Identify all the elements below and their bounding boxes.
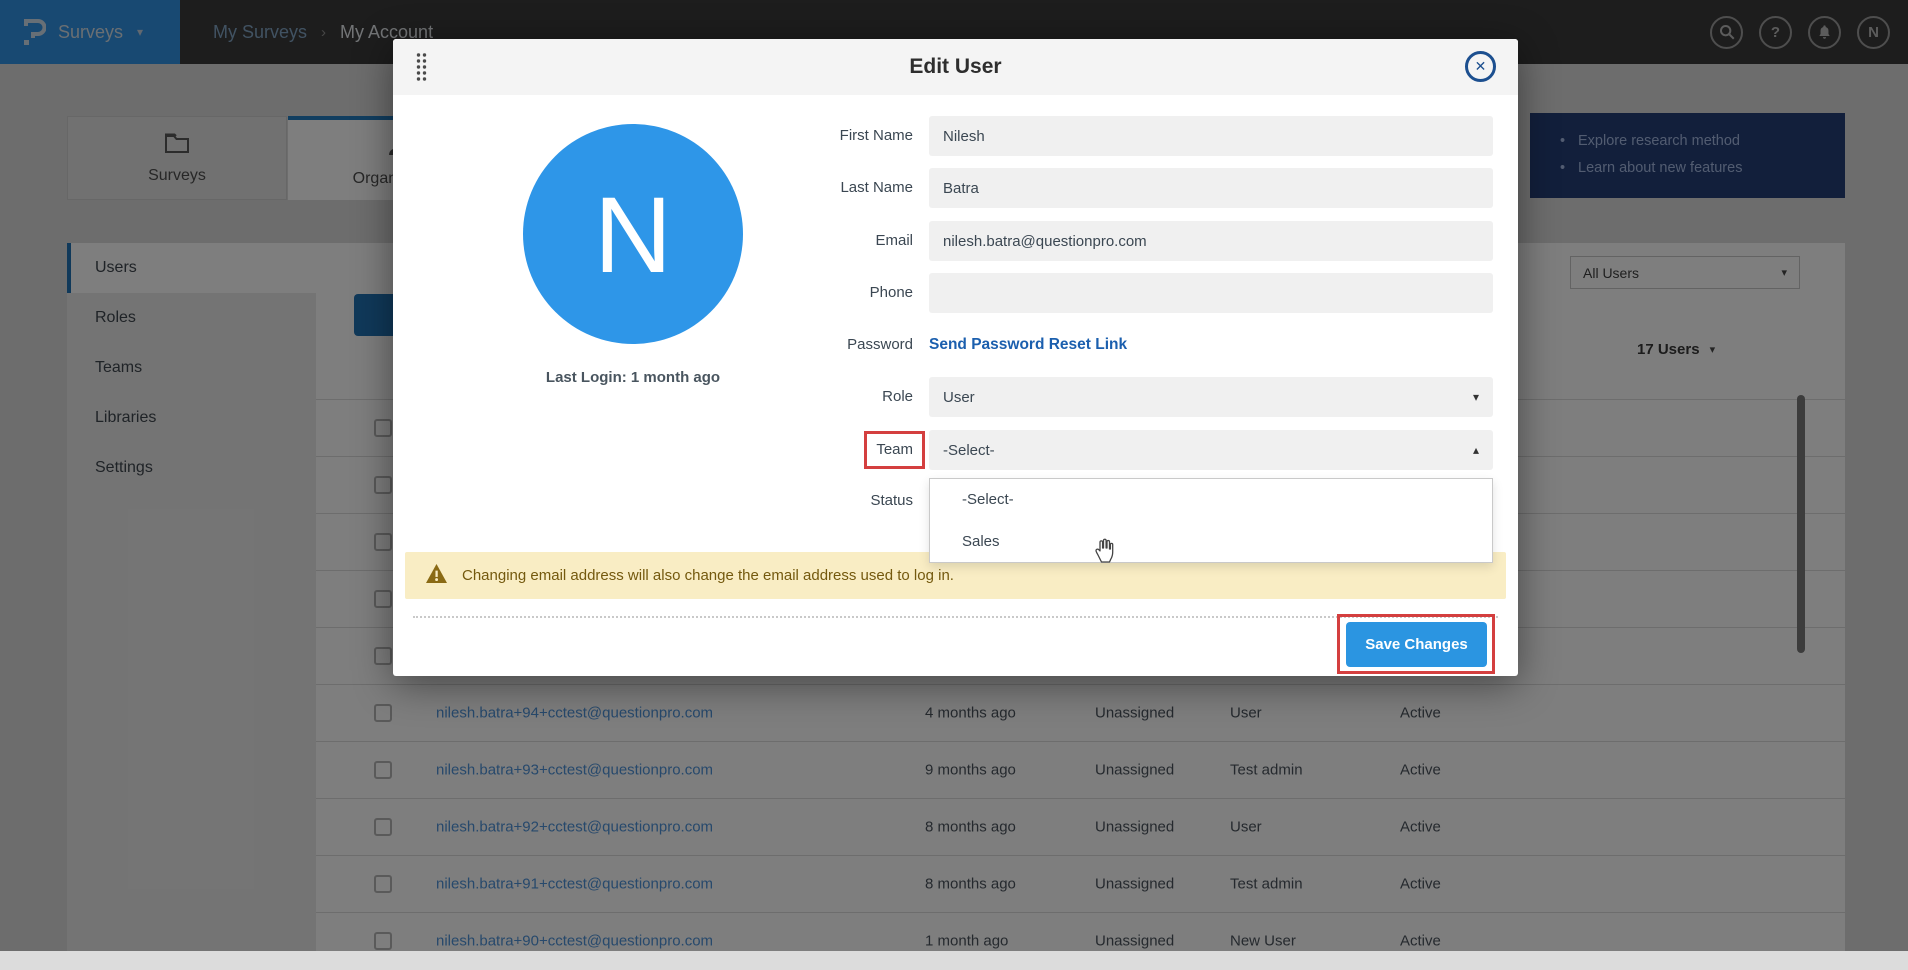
last-name-field[interactable] [929,168,1493,208]
team-select[interactable]: -Select- ▴ [929,430,1493,470]
edit-user-modal: Edit User ✕ N Last Login: 1 month ago Fi… [393,39,1518,676]
close-icon[interactable]: ✕ [1465,51,1496,82]
first-name-label: First Name [393,116,913,156]
footer-divider [413,616,1498,618]
team-option-sales[interactable]: Sales [930,521,1492,563]
last-name-row: Last Name [393,168,1518,208]
role-select[interactable]: User ▾ [929,377,1493,417]
send-password-reset-link[interactable]: Send Password Reset Link [929,325,1127,365]
chevron-down-icon: ▾ [1473,390,1479,404]
last-name-label: Last Name [393,168,913,208]
save-changes-button[interactable]: Save Changes [1346,622,1487,667]
team-label-cell: Team [393,430,913,470]
status-label: Status [393,481,913,521]
warning-triangle-icon [425,563,448,589]
role-label: Role [393,377,913,417]
email-field[interactable] [929,221,1493,261]
role-select-value: User [943,389,975,406]
team-label: Team [876,441,913,458]
team-row: Team -Select- ▴ [393,430,1518,470]
team-select-value: -Select- [943,442,995,459]
phone-label: Phone [393,273,913,313]
role-row: Role User ▾ [393,377,1518,417]
phone-field[interactable] [929,273,1493,313]
team-label-annotation: Team [864,431,925,469]
first-name-row: First Name [393,116,1518,156]
email-row: Email [393,221,1518,261]
team-dropdown-panel: -Select- Sales [929,478,1493,563]
mouse-cursor-icon [1093,536,1117,569]
password-row: Password Send Password Reset Link [393,325,1518,365]
modal-title: Edit User [393,39,1518,95]
modal-header: Edit User ✕ [393,39,1518,95]
phone-row: Phone [393,273,1518,313]
password-label: Password [393,325,913,365]
warning-text: Changing email address will also change … [462,567,954,584]
chevron-up-icon: ▴ [1473,443,1479,457]
team-option-select[interactable]: -Select- [930,479,1492,521]
first-name-field[interactable] [929,116,1493,156]
drag-handle-icon[interactable] [415,52,428,88]
email-label: Email [393,221,913,261]
